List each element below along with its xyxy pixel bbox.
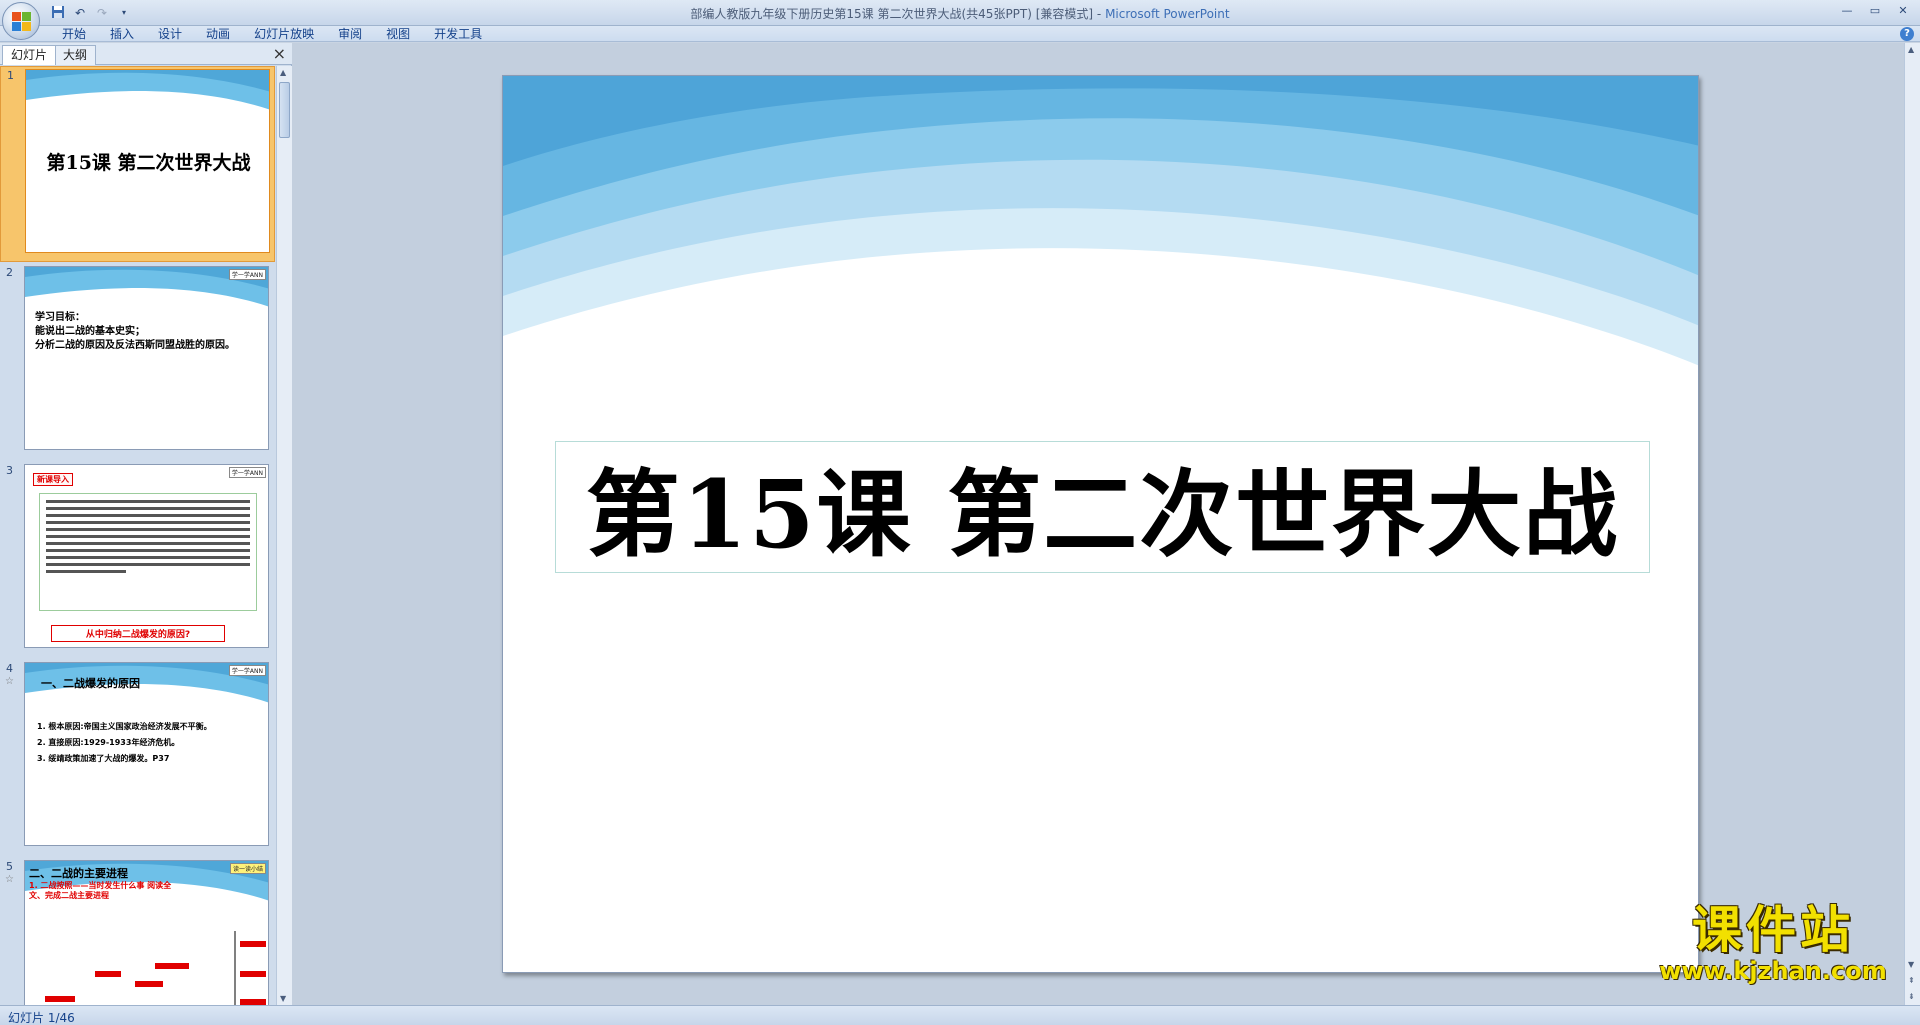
editor-scrollbar[interactable]: ▲ ▼ ⇞ ⇟ (1904, 43, 1920, 1005)
maximize-icon[interactable]: ▭ (1862, 2, 1888, 20)
tab-slides[interactable]: 幻灯片 (2, 45, 57, 65)
wave-decoration (26, 70, 269, 110)
tab-animations[interactable]: 动画 (194, 26, 242, 42)
thumbnail-sub: 1. 二战按照——当时发生什么事 阅读全文、完成二战主要进程 (29, 881, 172, 900)
tab-slideshow[interactable]: 幻灯片放映 (242, 26, 326, 42)
slide-thumbnail-3[interactable]: 3 学一学ANN 新课导入 从中归纳二战爆发的原因? (0, 462, 275, 658)
wave-background (503, 76, 1698, 366)
tab-review[interactable]: 审阅 (326, 26, 374, 42)
next-slide-icon[interactable]: ⇟ (1908, 992, 1915, 1001)
window-title: 部编人教版九年级下册历史第15课 第二次世界大战(共45张PPT) [兼容模式]… (690, 7, 1230, 21)
thumbnail-preview: 学一学ANN 学习目标： 能说出二战的基本史实； 分析二战的原因及反法西斯同盟战… (24, 266, 269, 450)
tab-developer[interactable]: 开发工具 (422, 26, 494, 42)
slide-counter: 幻灯片 1/46 (8, 1011, 75, 1025)
animation-star-icon: ☆ (5, 874, 14, 885)
thumbnail-scrollbar[interactable]: ▲ ▼ (276, 66, 292, 1005)
thumbnail-list: 1 第15课 第二次世界大战 2 学一学ANN 学习目标： 能说出二战的基本史实… (0, 66, 275, 1005)
tab-home[interactable]: 开始 (50, 26, 98, 42)
quick-access-toolbar: ↶ ↷ ▾ (50, 4, 132, 22)
scrollbar-thumb[interactable] (279, 82, 290, 138)
text-block-placeholder (39, 493, 257, 611)
tab-outline[interactable]: 大纲 (54, 45, 97, 65)
thumbnail-bullets: 学习目标： 能说出二战的基本史实； 分析二战的原因及反法西斯同盟战胜的原因。 (35, 312, 235, 351)
thumbnail-badge: 学一学ANN (228, 467, 266, 478)
scroll-down-icon[interactable]: ▼ (280, 994, 286, 1003)
thumbnail-items: 1. 根本原因:帝国主义国家政治经济发展不平衡。 2. 直接原因:1929-19… (37, 722, 212, 763)
panel-close-icon[interactable]: × (273, 45, 286, 63)
slide-thumbnail-2[interactable]: 2 学一学ANN 学习目标： 能说出二战的基本史实； 分析二战的原因及反法西斯同… (0, 264, 275, 460)
thumbnail-heading: 一、二战爆发的原因 (41, 677, 140, 690)
tab-view[interactable]: 视图 (374, 26, 422, 42)
tab-insert[interactable]: 插入 (98, 26, 146, 42)
thumbnail-title: 第15课 第二次世界大战 (46, 152, 251, 174)
thumbnail-preview: 学一学ANN 一、二战爆发的原因 1. 根本原因:帝国主义国家政治经济发展不平衡… (24, 662, 269, 846)
ribbon: 开始 插入 设计 动画 幻灯片放映 审阅 视图 开发工具 ? (0, 26, 1920, 42)
current-slide[interactable]: 第15课 第二次世界大战 (502, 75, 1699, 973)
previous-slide-icon[interactable]: ⇞ (1908, 976, 1915, 985)
watermark-text: 课件站 (1692, 901, 1854, 959)
title-bar: 部编人教版九年级下册历史第15课 第二次世界大战(共45张PPT) [兼容模式]… (0, 0, 1920, 26)
thumbnail-label: 新课导入 (33, 473, 73, 486)
help-icon[interactable]: ? (1900, 27, 1914, 41)
slides-panel: 幻灯片 大纲 × 1 第15课 第二次世界大战 2 学一学ANN 学习目标： 能… (0, 43, 292, 1005)
scroll-down-icon[interactable]: ▼ (1908, 960, 1914, 969)
slide-thumbnail-1[interactable]: 1 第15课 第二次世界大战 (0, 66, 275, 262)
animation-star-icon: ☆ (5, 676, 14, 687)
redo-icon[interactable]: ↷ (94, 5, 110, 21)
slide-thumbnail-4[interactable]: 4 ☆ 学一学ANN 一、二战爆发的原因 1. 根本原因:帝国主义国家政治经济发… (0, 660, 275, 856)
close-icon[interactable]: ✕ (1890, 2, 1916, 20)
scroll-up-icon[interactable]: ▲ (1908, 45, 1914, 54)
thumbnail-preview: 学一学ANN 新课导入 从中归纳二战爆发的原因? (24, 464, 269, 648)
thumbnail-number: 5 (6, 860, 13, 873)
minimize-icon[interactable]: — (1834, 2, 1860, 20)
thumbnail-number: 4 (6, 662, 13, 675)
ribbon-tabs: 开始 插入 设计 动画 幻灯片放映 审阅 视图 开发工具 (50, 26, 494, 42)
slide-title: 第15课 第二次世界大战 (585, 460, 1620, 570)
timeline-decoration (45, 931, 266, 1005)
thumbnail-number: 1 (7, 69, 14, 82)
document-name: 部编人教版九年级下册历史第15课 第二次世界大战(共45张PPT) [兼容模式] (690, 7, 1094, 21)
thumbnail-badge: 学一学ANN (228, 665, 266, 676)
thumbnail-preview: 读一读小结 二、二战的主要进程 1. 二战按照——当时发生什么事 阅读全文、完成… (24, 860, 269, 1005)
tab-design[interactable]: 设计 (146, 26, 194, 42)
save-icon[interactable] (50, 5, 66, 21)
customize-icon[interactable]: ▾ (116, 5, 132, 21)
watermark-logo: 课件站 www.kjzhan.com (1648, 903, 1898, 985)
status-bar: 幻灯片 1/46 (0, 1005, 1920, 1025)
thumbnail-preview: 第15课 第二次世界大战 (25, 69, 270, 253)
office-button[interactable] (2, 2, 40, 40)
thumbnail-heading: 二、二战的主要进程 (29, 867, 128, 880)
window-controls: — ▭ ✕ (1834, 2, 1916, 20)
thumbnail-number: 3 (6, 464, 13, 477)
watermark-url: www.kjzhan.com (1659, 957, 1887, 985)
slide-editor: 第15课 第二次世界大战 ▲ ▼ ⇞ ⇟ 课件站 www.kjzhan.com (292, 43, 1920, 1005)
office-logo-icon (12, 12, 32, 32)
undo-icon[interactable]: ↶ (72, 5, 88, 21)
app-name: Microsoft PowerPoint (1105, 7, 1230, 21)
thumbnail-question: 从中归纳二战爆发的原因? (51, 625, 225, 642)
thumbnail-badge: 读一读小结 (229, 863, 266, 874)
panel-tabs: 幻灯片 大纲 × (0, 43, 292, 65)
title-placeholder[interactable]: 第15课 第二次世界大战 (555, 441, 1650, 573)
slide-thumbnail-5[interactable]: 5 ☆ 读一读小结 二、二战的主要进程 1. 二战按照——当时发生什么事 阅读全… (0, 858, 275, 1005)
thumbnail-number: 2 (6, 266, 13, 279)
scroll-up-icon[interactable]: ▲ (280, 68, 286, 77)
thumbnail-badge: 学一学ANN (228, 269, 266, 280)
